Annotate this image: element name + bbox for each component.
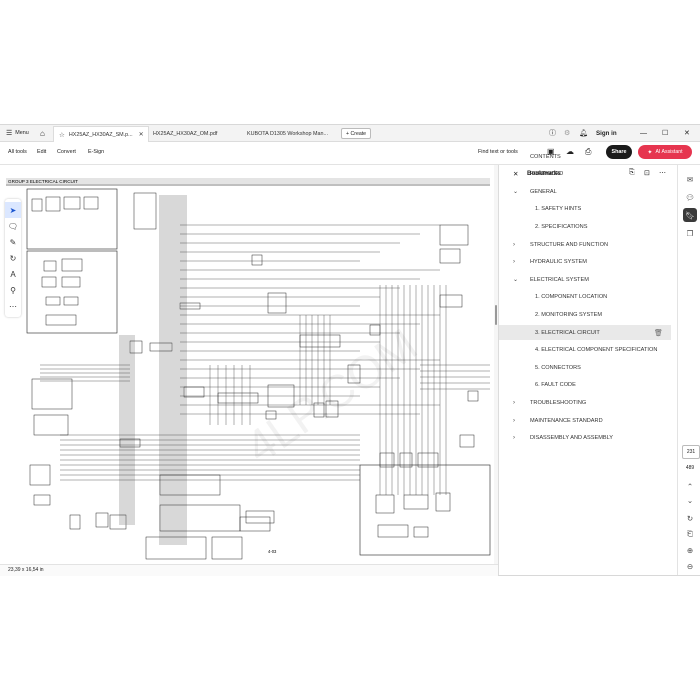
pages-icon[interactable]: ❐	[683, 226, 697, 240]
close-icon[interactable]: ✕	[139, 131, 144, 138]
menu-label: Menu	[15, 130, 29, 136]
current-page-field[interactable]: 231	[682, 445, 700, 459]
extensions-icon[interactable]: ⚙	[564, 125, 570, 141]
bookmark-subitem[interactable]: 5. CONNECTORS	[499, 360, 671, 375]
tab-document-1[interactable]: ☆ HX25AZ_HX30AZ_SM.p... ✕	[53, 126, 149, 142]
bookmark-label: MAINTENANCE STANDARD	[530, 417, 603, 424]
bookmark-subitem[interactable]: 6. FAULT CODE	[499, 378, 671, 393]
chevron-down-icon[interactable]: ⌄	[513, 276, 518, 283]
bookmark-label: 4. ELECTRICAL COMPONENT SPECIFICATION	[535, 347, 658, 354]
tab-label: HX25AZ_HX30AZ_SM.p...	[68, 131, 133, 138]
bookmark-item[interactable]: FOREWORD	[499, 167, 671, 182]
page-number-label: 4-03	[268, 549, 277, 554]
page-header-text: GROUP 3 ELECTRICAL CIRCUIT	[8, 179, 78, 184]
bookmark-item[interactable]: › MAINTENANCE STANDARD	[499, 413, 671, 428]
bookmark-item[interactable]: CONTENTS	[499, 149, 671, 164]
zoom-in-icon[interactable]: ⊕	[683, 543, 697, 557]
bookmark-label: HYDRAULIC SYSTEM	[530, 259, 587, 266]
text-box-icon[interactable]: A	[5, 266, 21, 282]
bookmark-item[interactable]: › STRUCTURE AND FUNCTION	[499, 237, 671, 252]
document-viewport[interactable]: GROUP 3 ELECTRICAL CIRCUIT 4LP.COM 4-03 …	[0, 165, 498, 564]
bookmark-label: 2. MONITORING SYSTEM	[535, 311, 603, 318]
comment-icon[interactable]: 🗨︎	[5, 218, 21, 234]
zoom-out-icon[interactable]: ⊖	[683, 559, 697, 573]
bookmark-item[interactable]: ⌄ ELECTRICAL SYSTEM	[499, 272, 671, 287]
chat-icon[interactable]: 💬︎	[683, 190, 697, 204]
bookmark-subitem[interactable]: 2. MONITORING SYSTEM	[499, 307, 671, 322]
bookmark-label: ELECTRICAL SYSTEM	[530, 276, 589, 283]
more-icon[interactable]: ⋯	[5, 298, 21, 314]
edit-button[interactable]: Edit	[37, 149, 46, 155]
bookmark-label: GENERAL	[530, 188, 557, 195]
wiring-diagram: GROUP 3 ELECTRICAL CIRCUIT 4LP.COM 4-03	[0, 165, 494, 564]
bookmark-label: TROUBLESHOOTING	[530, 399, 587, 406]
page-size-readout: 23,39 x 16,54 in	[8, 567, 44, 573]
esign-button[interactable]: E-Sign	[88, 149, 104, 155]
bookmarks-panel: ✕ Bookmarks ⎘ ⊡ ⋯ CONTENTS FOREWORD ⌄ GENER…	[498, 154, 677, 575]
star-icon: ☆	[59, 131, 65, 139]
bookmark-subitem[interactable]: 1. COMPONENT LOCATION	[499, 290, 671, 305]
chevron-right-icon[interactable]: ›	[513, 400, 515, 406]
bell-icon[interactable]: 🔔︎	[579, 125, 588, 141]
bookmark-label: 1. SAFETY HINTS	[535, 206, 582, 213]
minimize-icon[interactable]: —	[640, 125, 647, 141]
help-icon[interactable]: ⓘ	[549, 125, 556, 141]
page-header-bar	[6, 178, 490, 184]
menu-button[interactable]: ☰ Menu	[6, 125, 29, 141]
home-icon[interactable]: ⌂	[40, 125, 45, 141]
bookmark-label: 1. COMPONENT LOCATION	[535, 294, 608, 301]
bookmark-subitem[interactable]: 1. SAFETY HINTS	[499, 202, 671, 217]
delete-icon[interactable]: 🗑︎	[654, 329, 663, 337]
right-rail: ✉ 💬︎ 🔖︎ ❐ 231 489 ⌃ ⌄ ↻ ⎗ ⊕ ⊖	[677, 165, 700, 575]
stamp-icon[interactable]: ⚲	[5, 282, 21, 298]
select-cursor-icon[interactable]: ➤	[5, 202, 21, 218]
bookmark-label: 6. FAULT CODE	[535, 382, 576, 389]
bookmarks-panel-icon[interactable]: 🔖︎	[683, 208, 697, 222]
tab-label: HX25AZ_HX30AZ_OM.pdf	[153, 130, 218, 137]
pen-icon[interactable]: ✎	[5, 234, 21, 250]
all-tools-button[interactable]: All tools	[8, 149, 27, 155]
tab-document-3[interactable]: KUBOTA D1305 Workshop Man...	[242, 126, 347, 141]
chevron-down-icon[interactable]: ⌄	[513, 188, 518, 195]
bookmark-label: DISASSEMBLY AND ASSEMBLY	[530, 435, 614, 442]
hamburger-icon: ☰	[6, 130, 13, 137]
bookmark-item[interactable]: › HYDRAULIC SYSTEM	[499, 255, 671, 270]
bookmark-label: STRUCTURE AND FUNCTION	[530, 241, 609, 248]
bookmark-item[interactable]: ⌄ GENERAL	[499, 184, 671, 199]
fit-page-icon[interactable]: ⎗	[683, 527, 697, 541]
bookmark-label: FOREWORD	[530, 171, 564, 178]
chevron-up-icon[interactable]: ⌃	[683, 479, 697, 493]
annotation-toolbar: ➤ 🗨︎ ✎ ↻ A ⚲ ⋯	[5, 199, 21, 317]
bookmark-label: CONTENTS	[530, 153, 561, 160]
maximize-icon[interactable]: ☐	[662, 125, 668, 141]
bookmark-label: 2. SPECIFICATIONS	[535, 223, 588, 230]
bookmark-subitem[interactable]: 4. ELECTRICAL COMPONENT SPECIFICATION	[499, 343, 671, 358]
bookmark-item[interactable]: › DISASSEMBLY AND ASSEMBLY	[499, 431, 671, 446]
bookmark-label: 5. CONNECTORS	[535, 364, 581, 371]
bookmark-label: 3. ELECTRICAL CIRCUIT	[535, 329, 600, 336]
comments-panel-icon[interactable]: ✉	[683, 172, 697, 186]
chevron-right-icon[interactable]: ›	[513, 435, 515, 441]
lasso-icon[interactable]: ↻	[5, 250, 21, 266]
status-bar: 23,39 x 16,54 in	[0, 564, 498, 576]
create-button[interactable]: + Create	[341, 128, 372, 139]
scrollbar-thumb[interactable]	[495, 305, 497, 325]
bookmark-subitem[interactable]: 2. SPECIFICATIONS	[499, 219, 671, 234]
acrobat-window: ☰ Menu ⌂ ☆ HX25AZ_HX30AZ_SM.p... ✕ HX25A…	[0, 125, 700, 576]
bookmark-subitem[interactable]: 3. ELECTRICAL CIRCUIT 🗑︎	[499, 325, 671, 340]
total-pages-label: 489	[685, 465, 695, 471]
convert-button[interactable]: Convert	[57, 149, 76, 155]
tab-document-2[interactable]: HX25AZ_HX30AZ_OM.pdf	[148, 126, 240, 141]
chevron-right-icon[interactable]: ›	[513, 259, 515, 265]
chevron-right-icon[interactable]: ›	[513, 418, 515, 424]
signin-link[interactable]: Sign in	[596, 125, 617, 141]
tab-bar: ☰ Menu ⌂ ☆ HX25AZ_HX30AZ_SM.p... ✕ HX25A…	[0, 125, 700, 142]
bookmark-item[interactable]: › TROUBLESHOOTING	[499, 395, 671, 410]
chevron-down-icon[interactable]: ⌄	[683, 493, 697, 507]
close-window-icon[interactable]: ✕	[684, 125, 690, 141]
rotate-icon[interactable]: ↻	[683, 511, 697, 525]
tab-label: KUBOTA D1305 Workshop Man...	[247, 130, 328, 137]
chevron-right-icon[interactable]: ›	[513, 242, 515, 248]
